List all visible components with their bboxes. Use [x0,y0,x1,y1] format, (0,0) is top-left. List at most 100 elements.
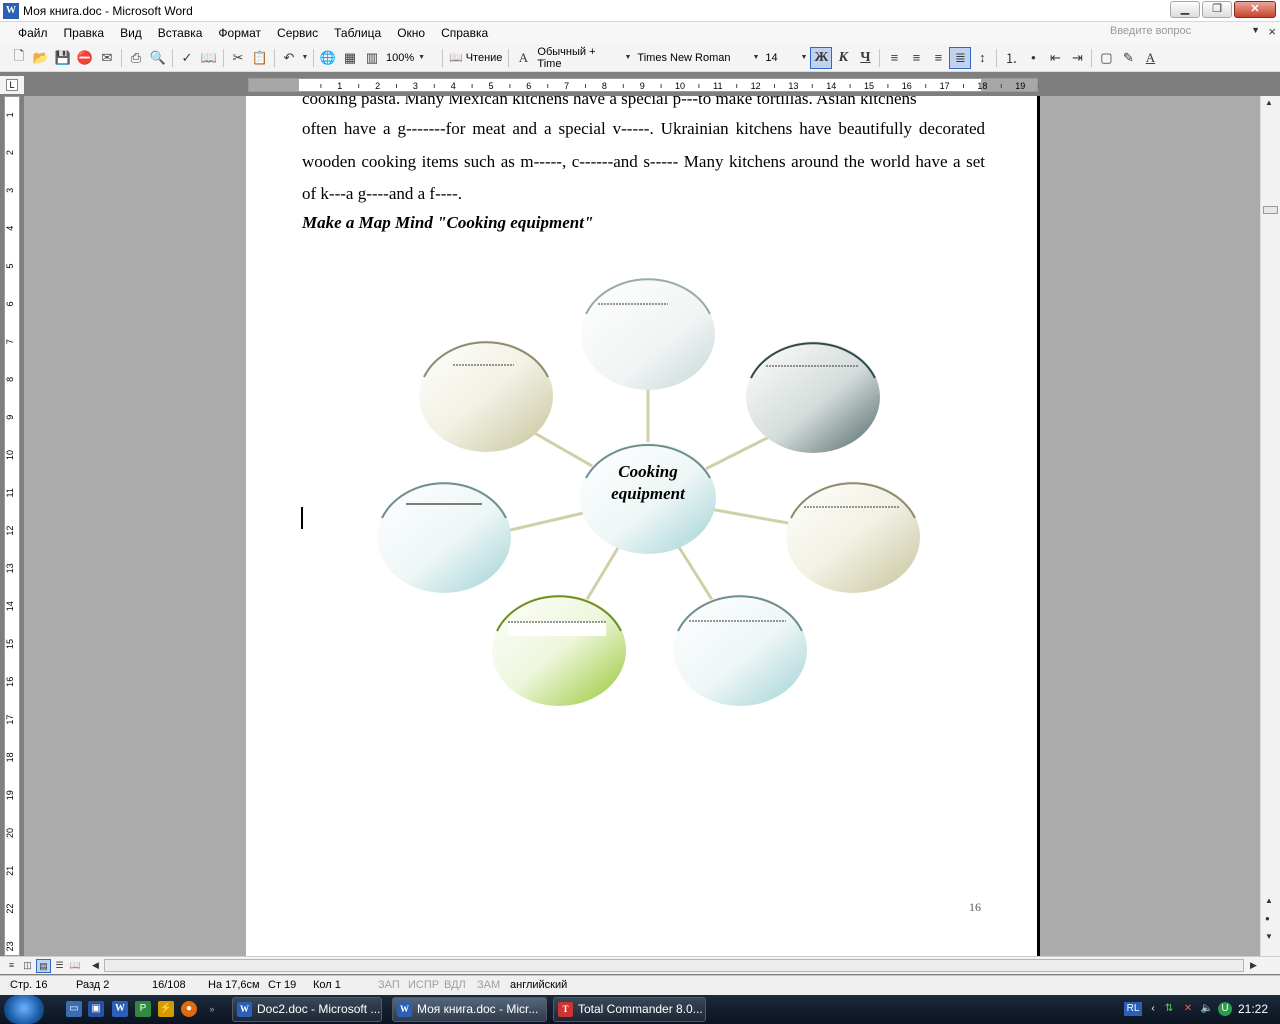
next-page-icon[interactable]: ▼ [1265,932,1273,941]
font-combo[interactable]: Times New Roman ▼ [634,49,762,67]
document-close-icon[interactable]: × [1268,24,1276,39]
italic-button[interactable]: К [832,47,854,69]
status-overtype[interactable]: ЗАМ [477,979,500,991]
permission-icon[interactable]: ⛔ [74,47,96,69]
scroll-up-icon[interactable]: ▲ [1265,98,1273,107]
language-indicator[interactable]: RL [1124,1002,1142,1016]
menu-file[interactable]: Файл [10,26,56,40]
node-center[interactable]: Cooking equipment [580,442,716,554]
restore-button[interactable]: ❐ [1202,1,1232,18]
menu-table[interactable]: Таблица [326,26,389,40]
word-app-icon[interactable]: W [3,2,19,19]
font-size-combo[interactable]: 14 ▼ [762,49,810,67]
style-combo[interactable]: Обычный + Time ▼ [534,46,634,70]
tab-selector[interactable]: L [0,76,24,94]
quicklaunch-tool-icon[interactable]: ⚡ [158,1001,174,1017]
node-top[interactable] [581,278,715,390]
numbering-icon[interactable]: ⒈ [1000,47,1022,69]
research-icon[interactable]: 📖 [198,47,220,69]
menu-tools[interactable]: Сервис [269,26,326,40]
new-document-icon[interactable]: 🗋 [8,47,30,69]
menu-format[interactable]: Формат [210,26,269,40]
scroll-right-icon[interactable]: ▶ [1246,959,1261,973]
bold-button[interactable]: Ж [810,46,833,69]
styles-pane-icon[interactable]: A [512,47,534,69]
node-top-right[interactable] [746,341,880,453]
open-icon[interactable]: 📂 [30,47,52,69]
quicklaunch-word-icon[interactable]: W [112,1001,128,1017]
minimize-button[interactable]: ▁ [1170,1,1200,18]
bullets-icon[interactable]: • [1022,47,1044,69]
reading-mode-button[interactable]: 📖 Чтение [446,49,505,67]
highlight-icon[interactable]: ✎ [1117,47,1139,69]
status-extend[interactable]: ВДЛ [444,979,466,991]
hyperlink-icon[interactable]: 🌐 [317,47,339,69]
node-right[interactable] [786,481,920,593]
paste-icon[interactable]: 📋 [249,47,271,69]
print-preview-icon[interactable]: 🔍 [147,47,169,69]
decrease-indent-icon[interactable]: ⇤ [1044,47,1066,69]
horizontal-scroll-track[interactable] [104,959,1244,972]
status-record-macro[interactable]: ЗАП [378,979,400,991]
table-icon[interactable]: ▦ [339,47,361,69]
ask-dropdown-icon[interactable]: ▼ [1251,25,1260,35]
node-bottom-left[interactable] [492,594,626,706]
quicklaunch-save-icon[interactable]: ▣ [88,1001,104,1017]
status-track-changes[interactable]: ИСПР [408,979,439,991]
save-icon[interactable]: 💾 [52,47,74,69]
underline-button[interactable]: Ч [854,47,876,69]
network-icon[interactable]: ⇅ [1162,1002,1176,1016]
taskbar-button-doc2[interactable]: W Doc2.doc - Microsoft ... [232,997,382,1022]
taskbar-button-total-commander[interactable]: T Total Commander 8.0... [553,997,706,1022]
menu-insert[interactable]: Вставка [150,26,211,40]
spelling-icon[interactable]: ✓ [176,47,198,69]
align-center-icon[interactable]: ≡ [905,47,927,69]
outline-view-icon[interactable]: ☰ [52,959,67,973]
borders-icon[interactable]: ▢ [1095,47,1117,69]
undo-dropdown-icon[interactable]: ▼ [300,47,310,69]
menu-view[interactable]: Вид [112,26,150,40]
scroll-thumb[interactable] [1263,206,1278,214]
mind-map-diagram[interactable]: Cooking equipment [376,276,936,716]
menu-edit[interactable]: Правка [56,26,113,40]
close-button[interactable]: ✕ [1234,1,1276,18]
node-top-left[interactable] [419,340,553,452]
previous-page-icon[interactable]: ▲ [1265,896,1273,905]
print-icon[interactable]: ⎙ [125,47,147,69]
ask-question-input[interactable]: Введите вопрос [1110,25,1260,41]
line-spacing-icon[interactable]: ↕ [971,47,993,69]
quicklaunch-firefox-icon[interactable]: ● [181,1001,197,1017]
columns-icon[interactable]: ▥ [361,47,383,69]
node-bottom-right[interactable] [673,594,807,706]
tray-expand-icon[interactable]: ‹ [1146,1002,1160,1016]
menu-help[interactable]: Справка [433,26,496,40]
show-desktop-icon[interactable]: ▭ [66,1001,82,1017]
email-icon[interactable]: ✉ [96,47,118,69]
taskbar-button-my-book[interactable]: W Моя книга.doc - Micr... [392,997,547,1022]
horizontal-ruler[interactable]: 1 2 3 4 5 6 7 8 9 10 11 12 13 14 15 16 17 18 19 [248,78,1039,92]
increase-indent-icon[interactable]: ⇥ [1066,47,1088,69]
menu-window[interactable]: Окно [389,26,433,40]
vertical-scrollbar[interactable]: ▲ ▲ ● ▼ [1260,96,1280,956]
reading-view-icon[interactable]: 📖 [68,959,83,973]
start-button[interactable] [4,995,44,1024]
align-left-icon[interactable]: ≡ [883,47,905,69]
document-page[interactable]: cooking pasta. Many Mexican kitchens hav… [246,96,1040,956]
web-view-icon[interactable]: ◫ [20,959,35,973]
cut-icon[interactable]: ✂ [227,47,249,69]
vertical-ruler[interactable]: 1 2 3 4 5 6 7 8 9 10 11 12 13 14 15 16 17 18 19 20 21 22 23 [4,96,20,956]
tray-blocked-icon[interactable]: ✕ [1181,1002,1195,1016]
undo-icon[interactable]: ↶ [278,47,300,69]
scroll-left-icon[interactable]: ◀ [88,959,103,973]
font-color-icon[interactable]: A [1139,47,1161,69]
quicklaunch-publisher-icon[interactable]: P [135,1001,151,1017]
tray-app-icon[interactable]: U [1218,1002,1232,1016]
node-left[interactable] [377,481,511,593]
normal-view-icon[interactable]: ≡ [4,959,19,973]
zoom-combo[interactable]: 100% ▼ [383,49,439,67]
browse-object-icon[interactable]: ● [1265,914,1270,923]
align-right-icon[interactable]: ≡ [927,47,949,69]
justify-icon[interactable]: ≣ [949,46,972,69]
volume-icon[interactable]: 🔈 [1200,1002,1214,1016]
quicklaunch-more-icon[interactable]: » [204,1001,220,1017]
